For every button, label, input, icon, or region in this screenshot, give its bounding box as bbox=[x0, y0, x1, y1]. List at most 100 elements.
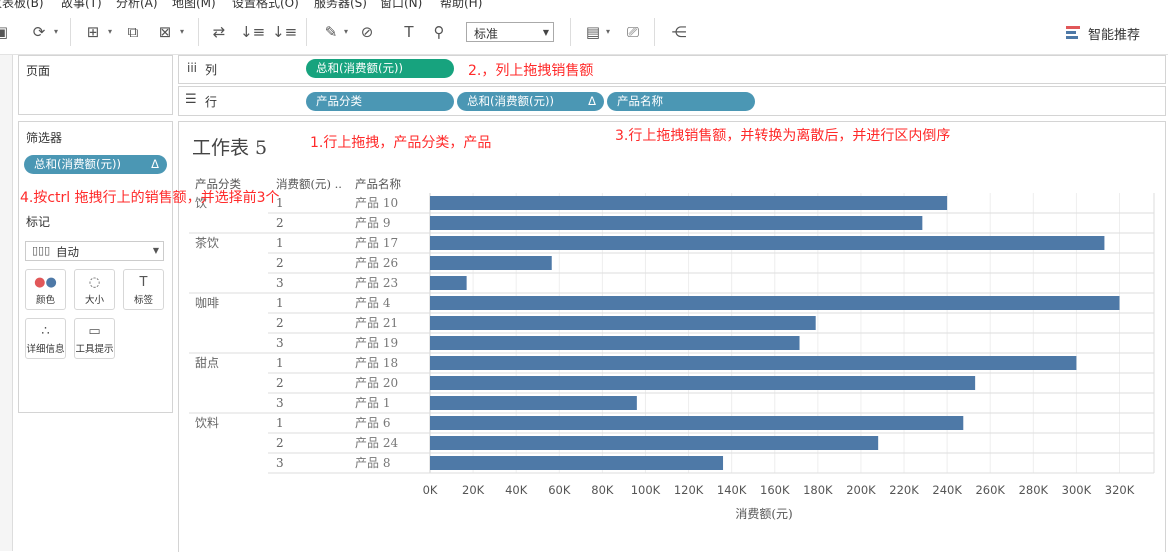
sort-ascending-icon[interactable]: ↓≡ bbox=[240, 22, 265, 42]
menu-map[interactable]: 地图(M) bbox=[172, 0, 216, 10]
rows-pill-product[interactable]: 产品名称 bbox=[607, 92, 755, 111]
fit-value: 标准 bbox=[474, 27, 499, 41]
size-icon: ◌ bbox=[88, 275, 101, 290]
columns-pill-sales[interactable]: 总和(消费额(元)) bbox=[306, 59, 454, 78]
delta-icon: Δ bbox=[588, 94, 596, 108]
swap-icon[interactable]: ⇄ bbox=[208, 22, 230, 42]
pin-icon[interactable]: ⚲ bbox=[428, 22, 450, 42]
duplicate-sheet-icon[interactable]: ⧉ bbox=[122, 22, 144, 42]
bar bbox=[430, 236, 1105, 250]
tooltip-label: 工具提示 bbox=[75, 344, 114, 355]
color-icon: ●● bbox=[34, 275, 57, 290]
rank-label: 1 bbox=[276, 356, 284, 370]
mark-type-dropdown[interactable]: ▯▯▯ 自动 ▼ bbox=[25, 241, 164, 261]
fit-dropdown[interactable]: 标准 ▼ bbox=[466, 22, 554, 42]
product-label: 产品 21 bbox=[355, 316, 398, 330]
tooltip-button[interactable]: ▭ 工具提示 bbox=[74, 318, 115, 359]
menu-window[interactable]: 窗口(N) bbox=[380, 0, 422, 10]
rows-pill-sales[interactable]: 总和(消费额(元)) Δ bbox=[457, 92, 604, 111]
columns-label: 列 bbox=[205, 63, 218, 77]
clear-caret-icon[interactable]: ▾ bbox=[180, 24, 188, 40]
x-tick-label: 180K bbox=[803, 483, 833, 497]
toolbar-divider bbox=[306, 18, 307, 46]
product-label: 产品 24 bbox=[355, 436, 398, 450]
menu-help[interactable]: 帮助(H) bbox=[440, 0, 482, 10]
bar bbox=[430, 276, 467, 290]
rows-label: 行 bbox=[205, 95, 218, 109]
highlight-caret-icon[interactable]: ▾ bbox=[344, 24, 352, 40]
x-tick-label: 0K bbox=[423, 483, 438, 497]
share-icon[interactable]: ⋲ bbox=[668, 22, 690, 42]
x-tick-label: 20K bbox=[462, 483, 485, 497]
x-tick-label: 60K bbox=[548, 483, 571, 497]
refresh-icon[interactable]: ⟳ bbox=[28, 22, 50, 42]
x-tick-label: 100K bbox=[631, 483, 661, 497]
presentation-icon[interactable]: ⎚ bbox=[622, 22, 644, 42]
columns-shelf[interactable]: iii 列 总和(消费额(元)) bbox=[178, 55, 1166, 84]
menu-server[interactable]: 服务器(S) bbox=[314, 0, 367, 10]
annotation-step-3: 3.行上拖拽销售额，并转换为离散后，并进行区内倒序 bbox=[615, 128, 951, 144]
sort-descending-icon[interactable]: ↓≡ bbox=[272, 22, 297, 42]
menu-format[interactable]: 设置格式(O) bbox=[232, 0, 299, 10]
bar-chart-icon: ▯▯▯ bbox=[32, 244, 51, 257]
rank-label: 1 bbox=[276, 236, 284, 250]
highlight-icon[interactable]: ✎ bbox=[320, 22, 342, 42]
x-tick-label: 140K bbox=[717, 483, 747, 497]
menu-dashboard[interactable]: 仪表板(B) bbox=[0, 0, 44, 10]
bar bbox=[430, 336, 800, 350]
bar bbox=[430, 396, 637, 410]
new-sheet-caret-icon[interactable]: ▾ bbox=[108, 24, 116, 40]
card-caret-icon[interactable]: ▾ bbox=[606, 24, 614, 40]
rows-pill-category-label: 产品分类 bbox=[316, 94, 362, 108]
refresh-caret-icon[interactable]: ▾ bbox=[54, 24, 62, 40]
save-icon[interactable]: ▣ bbox=[0, 22, 12, 42]
rank-label: 3 bbox=[276, 276, 284, 290]
rank-label: 1 bbox=[276, 296, 284, 310]
menu-analysis[interactable]: 分析(A) bbox=[116, 0, 158, 10]
group-icon[interactable]: ⊘ bbox=[356, 22, 378, 42]
columns-icon: iii bbox=[187, 61, 198, 75]
color-button[interactable]: ●● 颜色 bbox=[25, 269, 66, 310]
chevron-down-icon: ▼ bbox=[152, 246, 159, 255]
bar bbox=[430, 416, 964, 430]
detail-button[interactable]: ∴ 详细信息 bbox=[25, 318, 66, 359]
rows-icon: ☰ bbox=[185, 92, 197, 107]
rank-label: 1 bbox=[276, 416, 284, 430]
rows-pill-product-label: 产品名称 bbox=[617, 94, 663, 108]
label-button[interactable]: T 标签 bbox=[123, 269, 164, 310]
toolbar-divider bbox=[70, 18, 71, 46]
size-label: 大小 bbox=[84, 295, 104, 306]
color-label: 颜色 bbox=[35, 295, 55, 306]
show-me-icon bbox=[1066, 26, 1080, 39]
toolbar-divider bbox=[654, 18, 655, 46]
filter-pill[interactable]: 总和(消费额(元)) Δ bbox=[24, 155, 167, 174]
card-view-icon[interactable]: ▤ bbox=[582, 22, 604, 42]
rank-label: 3 bbox=[276, 336, 284, 350]
rank-label: 2 bbox=[276, 256, 284, 270]
menu-story[interactable]: 故事(T) bbox=[61, 0, 102, 10]
annotation-step-1: 1.行上拖拽，产品分类，产品 bbox=[310, 135, 492, 151]
bar bbox=[430, 376, 976, 390]
label-mark-icon[interactable]: T bbox=[398, 22, 420, 42]
columns-pill-label: 总和(消费额(元)) bbox=[316, 61, 403, 75]
toolbar-divider bbox=[570, 18, 571, 46]
x-axis-title: 消费额(元) bbox=[735, 507, 792, 521]
new-sheet-icon[interactable]: ⊞ bbox=[82, 22, 104, 42]
product-label: 产品 20 bbox=[355, 376, 398, 390]
data-pane-strip[interactable] bbox=[0, 55, 13, 551]
annotation-step-4: 4.按ctrl 拖拽行上的销售额，并选择前3个 bbox=[20, 190, 280, 206]
rows-pill-category[interactable]: 产品分类 bbox=[306, 92, 454, 111]
product-label: 产品 17 bbox=[355, 236, 398, 250]
pages-panel[interactable]: 页面 bbox=[18, 55, 173, 115]
product-label: 产品 1 bbox=[355, 396, 390, 410]
rank-label: 3 bbox=[276, 456, 284, 470]
label-label: 标签 bbox=[133, 295, 153, 306]
clear-sheet-icon[interactable]: ⊠ bbox=[154, 22, 176, 42]
detail-label: 详细信息 bbox=[26, 344, 65, 355]
rows-shelf[interactable]: ☰ 行 产品分类 总和(消费额(元)) Δ 产品名称 bbox=[178, 86, 1166, 116]
worksheet-view: 工作表 5 产品分类 消费额(元) .. 产品名称饮 1 产品 10 2 产品 9 茶饮 1 产品 … bbox=[178, 121, 1166, 552]
column-header: 产品名称 bbox=[355, 177, 401, 191]
column-header: 消费额(元) .. bbox=[276, 177, 342, 191]
bar bbox=[430, 456, 724, 470]
size-button[interactable]: ◌ 大小 bbox=[74, 269, 115, 310]
